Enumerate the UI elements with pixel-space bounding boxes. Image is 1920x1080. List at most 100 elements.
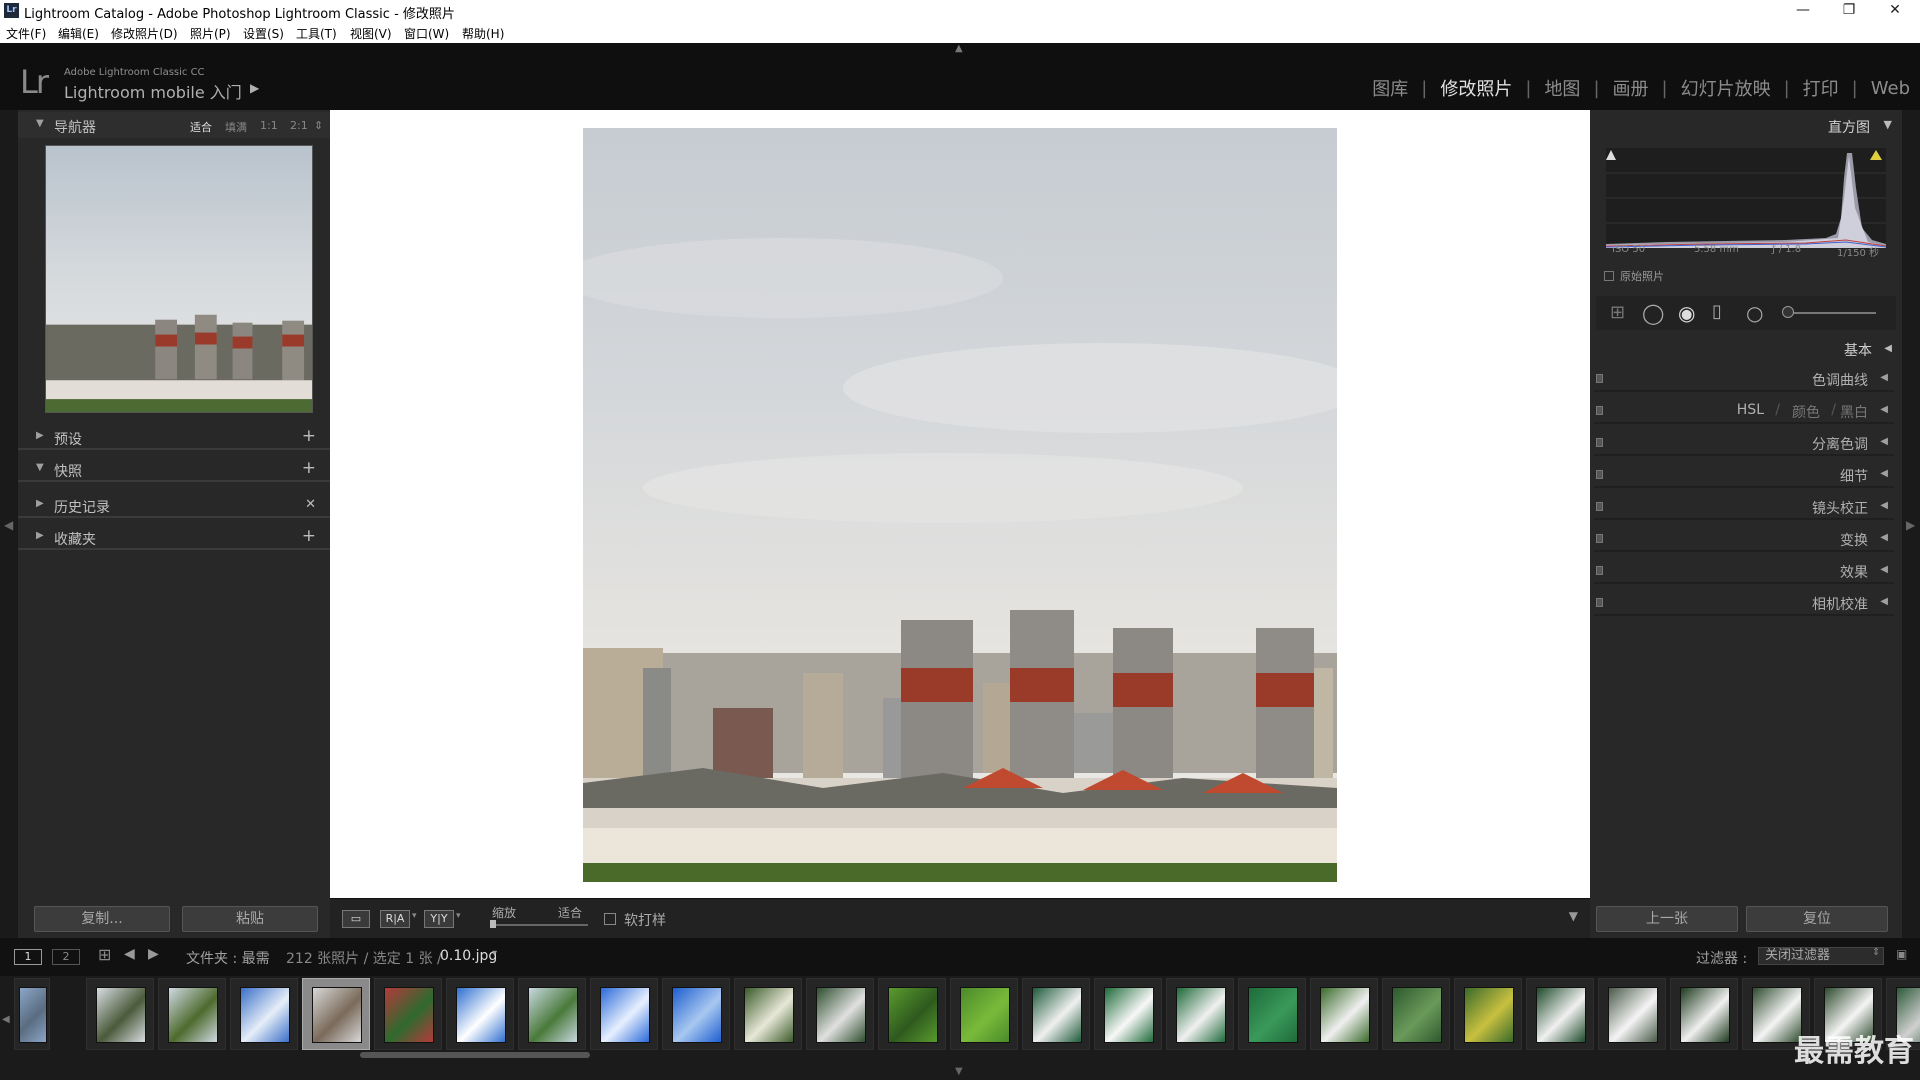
hsl-panel[interactable]: HSL / 颜色 / 黑白 ◀ — [1594, 398, 1894, 424]
nav-2-1[interactable]: 2:1 — [290, 119, 308, 132]
restore-button[interactable]: ❐ — [1826, 0, 1872, 22]
zoom-slider-handle[interactable] — [490, 920, 496, 928]
panel-switch-icon[interactable] — [1596, 502, 1603, 511]
soft-proofing-checkbox[interactable] — [604, 913, 616, 925]
nav-fit[interactable]: 适合 — [190, 119, 212, 135]
filmstrip-scroll-left-icon[interactable]: ◀ — [2, 1014, 10, 1025]
menu-develop[interactable]: 修改照片(D) — [111, 25, 178, 42]
filmstrip-thumbnail[interactable] — [1526, 978, 1594, 1050]
filter-select[interactable]: 关闭过滤器 — [1758, 947, 1884, 965]
left-panel-collapse-icon[interactable]: ◀ — [4, 518, 13, 532]
filmstrip-thumbnail[interactable] — [1382, 978, 1450, 1050]
filmstrip-thumbnail[interactable] — [1094, 978, 1162, 1050]
camera-calibration-panel[interactable]: 相机校准 ◀ — [1594, 590, 1894, 616]
lightroom-mobile-link[interactable]: Lightroom mobile 入门 — [64, 79, 242, 103]
filmstrip-thumbnail[interactable] — [14, 978, 50, 1050]
zoom-slider[interactable] — [492, 924, 588, 926]
history-header[interactable]: ▶ 历史记录 ✕ — [18, 492, 330, 518]
filmstrip-thumbnail[interactable] — [230, 978, 298, 1050]
presets-header[interactable]: ▶ 预设 + — [18, 424, 330, 450]
top-panel-collapse-icon[interactable]: ▲ — [955, 43, 963, 54]
grid-view-icon[interactable]: ⊞ — [98, 945, 111, 964]
filmstrip-thumbnail[interactable] — [1022, 978, 1090, 1050]
menu-file[interactable]: 文件(F) — [6, 25, 46, 42]
filmstrip-thumbnail[interactable] — [878, 978, 946, 1050]
minimize-button[interactable]: — — [1780, 0, 1826, 22]
basic-panel-title[interactable]: 基本 — [1844, 340, 1872, 360]
menu-tools[interactable]: 工具(T) — [296, 25, 337, 42]
add-preset-icon[interactable]: + — [302, 426, 316, 446]
toolbar-options-icon[interactable]: ▼ — [1569, 909, 1578, 923]
effects-panel[interactable]: 效果 ◀ — [1594, 558, 1894, 584]
filmstrip-thumbnail[interactable] — [734, 978, 802, 1050]
menu-edit[interactable]: 编辑(E) — [58, 25, 99, 42]
filmstrip-thumbnail[interactable] — [806, 978, 874, 1050]
filmstrip-scrollbar[interactable] — [360, 1052, 590, 1058]
spot-removal-icon[interactable]: ◯ — [1642, 301, 1664, 325]
close-button[interactable]: ✕ — [1872, 0, 1918, 22]
filmstrip-thumbnail[interactable] — [950, 978, 1018, 1050]
filmstrip-thumbnail[interactable] — [302, 978, 370, 1050]
nav-zoom-stepper-icon[interactable]: ⇕ — [314, 119, 323, 132]
expand-triangle-icon[interactable]: ◀ — [1884, 343, 1892, 354]
source-label[interactable]: 文件夹 : 最需 — [186, 948, 270, 968]
dropdown-arrow-icon[interactable]: ▾ — [412, 911, 417, 921]
previous-button[interactable]: 上一张 — [1596, 906, 1738, 932]
module-map[interactable]: 地图 — [1544, 75, 1580, 101]
filmstrip-thumbnail[interactable] — [1670, 978, 1738, 1050]
menu-window[interactable]: 窗口(W) — [404, 25, 449, 42]
image-canvas[interactable] — [330, 110, 1590, 898]
filmstrip-thumbnail[interactable] — [1166, 978, 1234, 1050]
tone-curve-panel[interactable]: 色调曲线 ◀ — [1594, 366, 1894, 392]
right-panel-collapse-icon[interactable]: ▶ — [1906, 518, 1915, 532]
navigator-preview[interactable] — [45, 145, 313, 413]
panel-switch-icon[interactable] — [1596, 438, 1603, 447]
filmstrip-thumbnail[interactable] — [446, 978, 514, 1050]
panel-switch-icon[interactable] — [1596, 406, 1603, 415]
before-after-lr-icon[interactable]: R|A — [380, 910, 410, 928]
primary-window-button[interactable]: 1 — [14, 949, 42, 965]
reset-button[interactable]: 复位 — [1746, 906, 1888, 932]
detail-panel[interactable]: 细节 ◀ — [1594, 462, 1894, 488]
original-photo-checkbox[interactable] — [1604, 271, 1614, 281]
filmstrip-thumbnail[interactable] — [590, 978, 658, 1050]
clear-history-icon[interactable]: ✕ — [305, 497, 316, 512]
graduated-filter-icon[interactable]: ▯ — [1712, 301, 1722, 322]
menu-view[interactable]: 视图(V) — [350, 25, 392, 42]
filter-lock-icon[interactable]: ▣ — [1896, 947, 1907, 961]
copy-settings-button[interactable]: 复制... — [34, 906, 170, 932]
filmstrip-thumbnail[interactable] — [86, 978, 154, 1050]
transform-panel[interactable]: 变换 ◀ — [1594, 526, 1894, 552]
module-develop[interactable]: 修改照片 — [1440, 75, 1512, 101]
collections-header[interactable]: ▶ 收藏夹 + — [18, 524, 330, 550]
module-slideshow[interactable]: 幻灯片放映 — [1681, 75, 1771, 101]
module-book[interactable]: 画册 — [1613, 75, 1649, 101]
adjustment-brush-icon[interactable] — [1786, 312, 1876, 314]
play-arrow-icon[interactable]: ▶ — [250, 81, 259, 95]
paste-settings-button[interactable]: 粘贴 — [182, 906, 318, 932]
forward-arrow-icon[interactable]: ▶ — [148, 946, 159, 962]
menu-settings[interactable]: 设置(S) — [243, 25, 284, 42]
secondary-window-button[interactable]: 2 — [52, 949, 80, 965]
panel-switch-icon[interactable] — [1596, 470, 1603, 479]
module-web[interactable]: Web — [1871, 78, 1910, 99]
lens-correction-panel[interactable]: 镜头校正 ◀ — [1594, 494, 1894, 520]
filmstrip-thumbnail[interactable] — [374, 978, 442, 1050]
filmstrip-thumbnail[interactable] — [1238, 978, 1306, 1050]
nav-fill[interactable]: 填满 — [225, 119, 247, 135]
dropdown-arrow-icon[interactable]: ▾ — [492, 948, 497, 959]
add-collection-icon[interactable]: + — [302, 526, 316, 546]
select-stepper-icon[interactable]: ⇕ — [1872, 947, 1880, 958]
filmstrip-thumbnail[interactable] — [518, 978, 586, 1050]
back-arrow-icon[interactable]: ◀ — [124, 946, 135, 962]
crop-overlay-icon[interactable]: ⊞ — [1610, 302, 1625, 323]
red-eye-icon[interactable]: ◉ — [1678, 301, 1695, 325]
nav-1-1[interactable]: 1:1 — [260, 119, 278, 132]
filmstrip-thumbnail[interactable] — [1454, 978, 1522, 1050]
module-library[interactable]: 图库 — [1372, 75, 1408, 101]
menu-photo[interactable]: 照片(P) — [190, 25, 231, 42]
menu-help[interactable]: 帮助(H) — [462, 25, 504, 42]
split-toning-panel[interactable]: 分离色调 ◀ — [1594, 430, 1894, 456]
panel-switch-icon[interactable] — [1596, 374, 1603, 383]
filmstrip-thumbnail[interactable] — [1310, 978, 1378, 1050]
